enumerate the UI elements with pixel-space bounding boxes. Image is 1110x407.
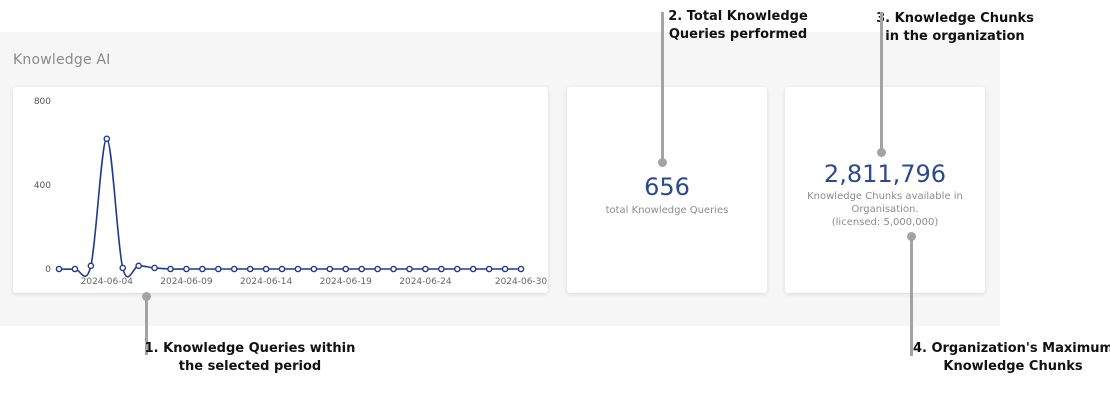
annotation-4-line1: 4. Organization's Maximum <box>912 341 1110 356</box>
data-point[interactable] <box>119 264 127 272</box>
data-point[interactable] <box>501 265 509 273</box>
licensed-chunks-label: (licensed: 5,000,000) <box>831 217 939 228</box>
data-point[interactable] <box>438 265 445 273</box>
knowledge-chunks-card: 2,811,796 Knowledge Chunks available in … <box>785 87 985 293</box>
y-tick-label: 400 <box>34 181 51 191</box>
data-point[interactable] <box>151 264 158 272</box>
data-point[interactable] <box>262 265 270 273</box>
data-point[interactable] <box>246 265 254 273</box>
knowledge-chunks-value: 2,811,796 <box>823 160 947 188</box>
knowledge-chunks-label-line1: Knowledge Chunks available in <box>807 191 963 202</box>
data-point[interactable] <box>71 265 79 273</box>
data-point[interactable] <box>374 265 381 273</box>
annotation-2-connector <box>661 12 664 160</box>
annotation-knowledge-chunks: 3. Knowledge Chunks in the organization <box>865 10 1045 46</box>
annotation-1-dot <box>142 292 151 301</box>
knowledge-chunks-label-line2: Organisation. <box>851 204 919 215</box>
data-point[interactable] <box>342 265 350 273</box>
data-point[interactable] <box>215 265 222 273</box>
data-point[interactable] <box>294 265 302 273</box>
data-point[interactable] <box>103 135 111 143</box>
series-line <box>58 137 522 278</box>
data-point[interactable] <box>87 262 95 270</box>
data-point[interactable] <box>310 265 318 273</box>
queries-chart-card: 0 400 800 2024-06-04 2024-06-09 2024-06-14 202… <box>13 87 548 293</box>
y-tick-label: 800 <box>34 97 51 107</box>
x-tick-label: 2024-06-24 <box>399 277 452 287</box>
annotation-3-line1: 3. Knowledge Chunks <box>876 11 1034 26</box>
annotation-2-line1: 2. Total Knowledge <box>668 9 808 24</box>
queries-line-chart: 0 400 800 2024-06-04 2024-06-09 2024-06-14 202… <box>34 97 548 287</box>
annotation-3-connector <box>880 12 883 150</box>
y-tick-label: 0 <box>45 265 51 275</box>
data-point[interactable] <box>358 265 365 273</box>
annotation-2-line2: Queries performed <box>668 27 808 42</box>
total-queries-card: 656 total Knowledge Queries <box>567 87 767 293</box>
x-tick-label: 2024-06-30 <box>495 277 548 287</box>
annotation-4-connector <box>910 236 913 356</box>
annotation-max-chunks: 4. Organization's Maximum Knowledge Chun… <box>908 340 1110 376</box>
data-point[interactable] <box>390 265 397 273</box>
annotation-4-line2: Knowledge Chunks <box>943 359 1083 374</box>
annotation-3-dot <box>877 148 886 157</box>
total-queries-label: total Knowledge Queries <box>605 205 729 216</box>
data-point[interactable] <box>485 265 493 273</box>
data-point[interactable] <box>230 265 238 273</box>
data-point[interactable] <box>278 265 286 273</box>
x-tick-label: 2024-06-19 <box>320 277 373 287</box>
data-point[interactable] <box>183 265 190 273</box>
data-point[interactable] <box>167 265 174 273</box>
data-point[interactable] <box>199 265 206 273</box>
x-tick-label: 2024-06-04 <box>81 277 134 287</box>
data-point[interactable] <box>453 265 461 273</box>
annotation-1-line2: the selected period <box>178 359 322 374</box>
data-point[interactable] <box>326 265 334 273</box>
data-point[interactable] <box>406 265 413 273</box>
x-tick-label: 2024-06-09 <box>160 277 213 287</box>
panel-title: Knowledge AI <box>13 52 111 68</box>
data-point[interactable] <box>55 265 63 273</box>
data-point[interactable] <box>517 265 525 273</box>
annotation-2-dot <box>658 158 667 167</box>
total-queries-value: 656 <box>644 173 690 201</box>
annotation-1-line1: 1. Knowledge Queries within <box>144 341 356 356</box>
data-point[interactable] <box>422 265 429 273</box>
data-point[interactable] <box>469 265 477 273</box>
data-point[interactable] <box>135 262 142 270</box>
annotation-3-line2: in the organization <box>885 29 1025 44</box>
annotation-total-queries: 2. Total Knowledge Queries performed <box>648 8 828 44</box>
x-tick-label: 2024-06-14 <box>240 277 293 287</box>
annotation-queries-period: 1. Knowledge Queries within the selected… <box>140 340 360 376</box>
